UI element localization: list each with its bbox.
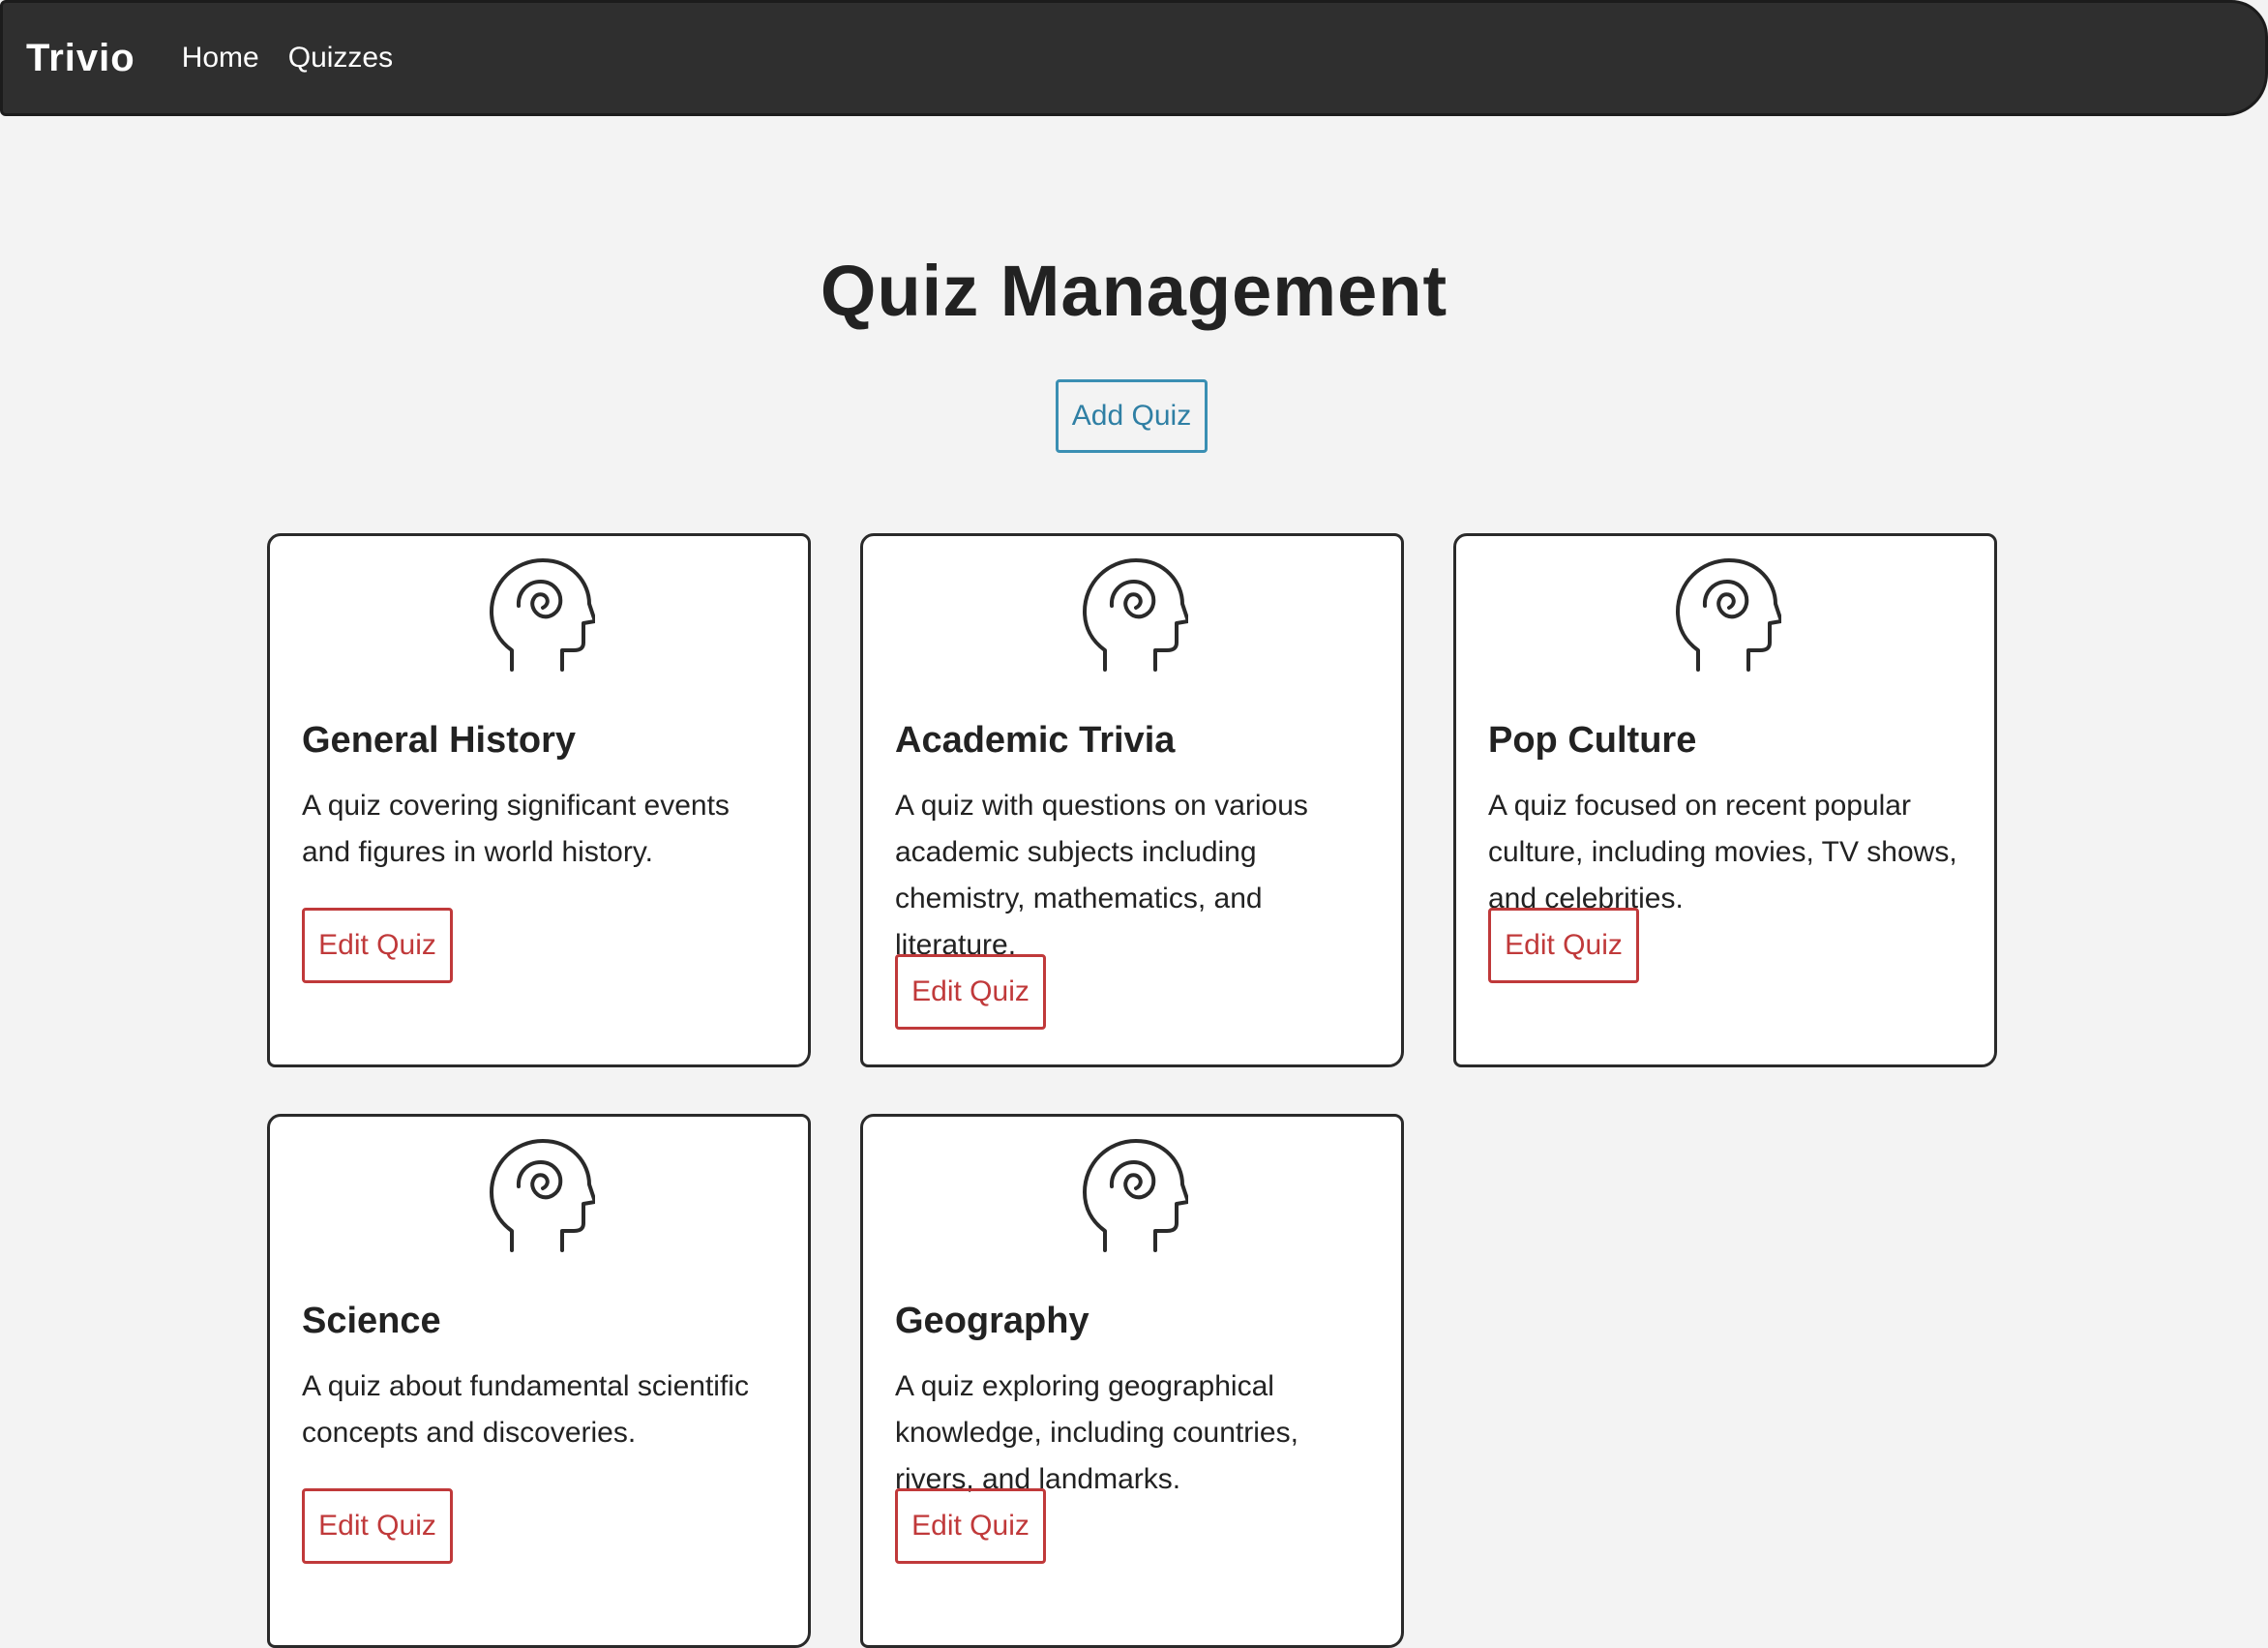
edit-quiz-button[interactable]: Edit Quiz <box>895 1488 1046 1564</box>
edit-quiz-button[interactable]: Edit Quiz <box>302 1488 453 1564</box>
quiz-card-general-history: General History A quiz covering signific… <box>267 533 811 1067</box>
quiz-title: Pop Culture <box>1488 720 1697 761</box>
quiz-card-science: Science A quiz about fundamental scienti… <box>267 1114 811 1648</box>
head-spiral-icon <box>1082 1138 1190 1254</box>
quiz-card-academic-trivia: Academic Trivia A quiz with questions on… <box>860 533 1404 1067</box>
add-quiz-button[interactable]: Add Quiz <box>1056 379 1208 453</box>
quiz-card-geography: Geography A quiz exploring geographical … <box>860 1114 1404 1648</box>
quiz-title: Geography <box>895 1301 1089 1341</box>
quiz-description: A quiz exploring geographical knowledge,… <box>895 1370 1298 1495</box>
nav-link-home[interactable]: Home <box>182 42 259 75</box>
head-spiral-icon <box>489 557 597 674</box>
quiz-description: A quiz covering significant events and f… <box>302 790 730 868</box>
head-spiral-icon <box>1675 557 1783 674</box>
nav-link-quizzes[interactable]: Quizzes <box>288 42 393 75</box>
quiz-title: Academic Trivia <box>895 720 1176 761</box>
top-navbar: Trivio Home Quizzes <box>0 0 2268 116</box>
quiz-description: A quiz with questions on various academi… <box>895 790 1308 961</box>
edit-quiz-button[interactable]: Edit Quiz <box>1488 908 1639 983</box>
brand-logo[interactable]: Trivio <box>26 37 135 80</box>
quiz-description: A quiz about fundamental scientific conc… <box>302 1370 749 1449</box>
head-spiral-icon <box>1082 557 1190 674</box>
quiz-card-pop-culture: Pop Culture A quiz focused on recent pop… <box>1453 533 1997 1067</box>
edit-quiz-button[interactable]: Edit Quiz <box>895 954 1046 1030</box>
head-spiral-icon <box>489 1138 597 1254</box>
quiz-description: A quiz focused on recent popular culture… <box>1488 790 1957 914</box>
edit-quiz-button[interactable]: Edit Quiz <box>302 908 453 983</box>
quiz-title: General History <box>302 720 576 761</box>
page-title: Quiz Management <box>820 251 1448 331</box>
quiz-title: Science <box>302 1301 441 1341</box>
